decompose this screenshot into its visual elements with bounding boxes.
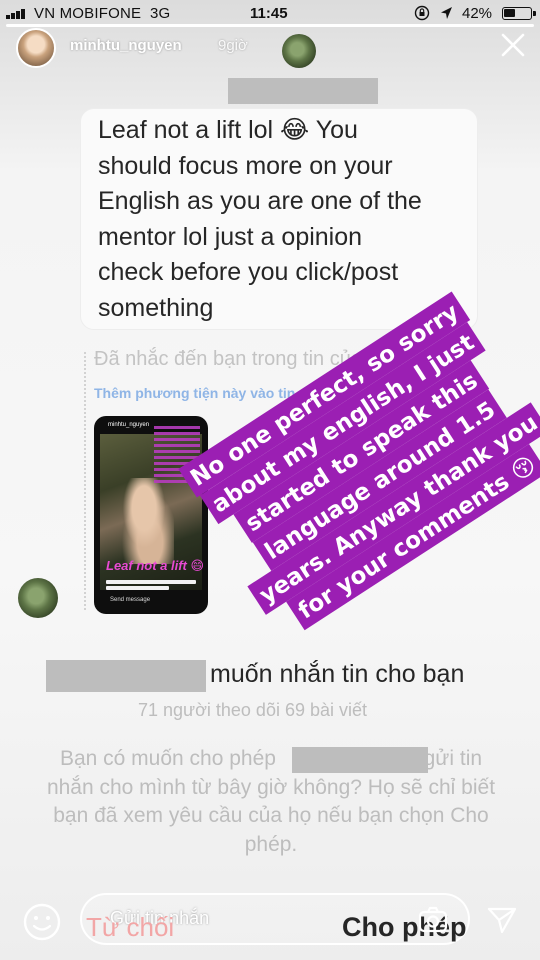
story-username[interactable]: minhtu_nguyen <box>70 37 182 54</box>
signal-icon <box>6 9 30 19</box>
carrier-label: VN MOBIFONE 3G <box>34 5 171 22</box>
thumbnail-caption: Leaf not a lift 😄 <box>106 558 205 573</box>
send-icon[interactable] <box>486 904 518 936</box>
thumbnail-username: minhtu_nguyen <box>108 422 150 428</box>
dm-message-line: should focus more on your <box>98 151 393 180</box>
dm-message-line: English as you are one of the <box>98 187 422 215</box>
story-progress-bar <box>6 24 534 27</box>
dm-message-line: something <box>98 293 214 322</box>
dm-message-text: Leaf not a lift lol 😂 You should focus m… <box>98 113 470 326</box>
battery-icon <box>502 7 536 20</box>
requester-stats: 71 người theo dõi 69 bài viết <box>138 700 368 720</box>
thumbnail-send-label: Send message <box>110 597 151 603</box>
smiley-icon[interactable] <box>22 902 62 942</box>
thumbnail-text-bars <box>106 580 196 594</box>
redacted-requester-name <box>46 660 206 692</box>
request-title: muốn nhắn tin cho bạn <box>210 660 465 688</box>
close-icon[interactable] <box>498 30 528 60</box>
dm-message-line: mentor lol just a opinion <box>98 222 363 251</box>
location-icon <box>441 7 452 19</box>
status-bar: VN MOBIFONE 3G 11:45 42% <box>0 0 540 26</box>
reply-avatar <box>18 578 58 618</box>
redacted-requester-name-inline <box>292 747 428 773</box>
request-body: Bạn có muốn cho phép gửi tin nhắn cho mì… <box>46 747 496 856</box>
dm-message-line: Leaf not a lift lol 😂 You <box>98 116 358 144</box>
story-progress-fill <box>6 24 534 27</box>
decline-button[interactable]: Từ chối <box>86 912 174 943</box>
redacted-sender-name <box>228 78 378 104</box>
status-time: 11:45 <box>250 5 288 22</box>
story-time-ago: 9giờ <box>218 37 248 54</box>
rotation-lock-icon <box>414 5 430 21</box>
profile-avatar[interactable] <box>16 28 56 68</box>
camera-icon[interactable] <box>418 906 448 934</box>
thumbnail-figure <box>114 478 174 564</box>
thumbnail-purple-text <box>154 426 200 486</box>
add-to-story-link[interactable]: Thêm phương tiện này vào tin... <box>94 385 307 401</box>
story-thumbnail[interactable]: minhtu_nguyen Leaf not a lift 😄 Send mes… <box>94 416 208 614</box>
mention-notice: Đã nhắc đến bạn trong tin của... <box>94 348 379 370</box>
thread-divider <box>84 352 86 610</box>
dm-message-line: check before you click/post <box>98 258 399 286</box>
mentioned-user-avatar[interactable] <box>282 34 316 68</box>
battery-percent: 42% <box>462 5 493 22</box>
